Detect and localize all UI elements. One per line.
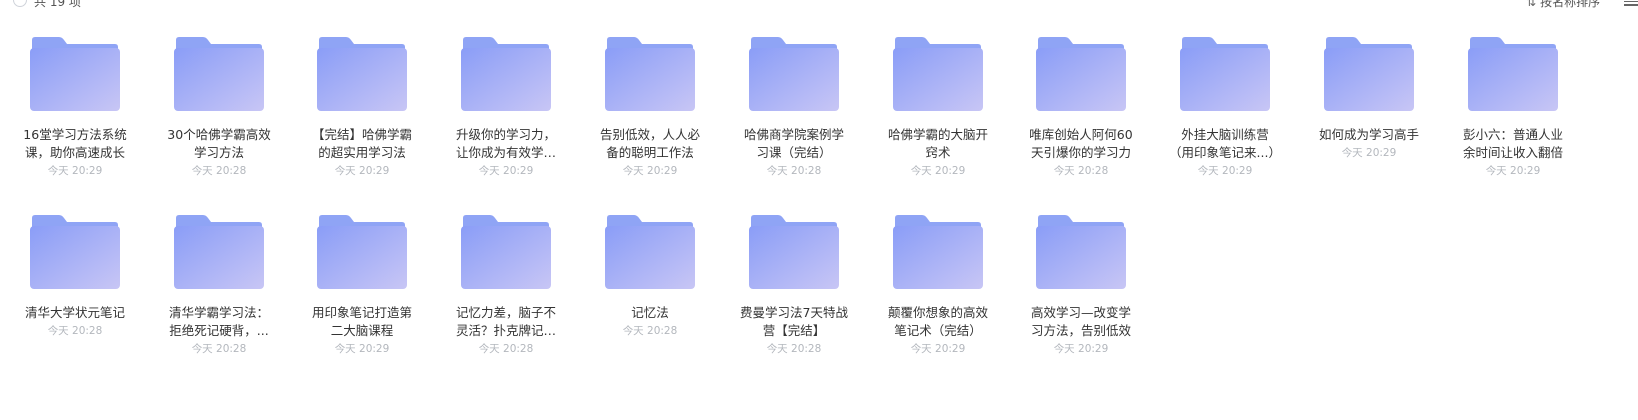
folder-modified-time: 今天 20:29 xyxy=(622,165,678,177)
folder-modified-time: 今天 20:28 xyxy=(766,343,822,355)
folder-item[interactable]: 升级你的学习力，让你成为有效学习者今天 20:29 xyxy=(436,36,576,179)
folder-icon xyxy=(748,36,840,112)
folder-modified-time: 今天 20:29 xyxy=(47,165,103,177)
sort-by-name-button[interactable]: ⇅ 按名称排序 xyxy=(1526,0,1600,9)
folder-icon xyxy=(1035,36,1127,112)
folder-item[interactable]: 彭小六：普通人业余时间让收入翻倍今天 20:29 xyxy=(1443,36,1583,179)
folder-name: 外挂大脑训练营（用印象笔记来...） xyxy=(1169,127,1281,160)
folder-modified-time: 今天 20:29 xyxy=(1341,147,1397,159)
folder-icon xyxy=(1323,36,1415,112)
folder-name: 哈佛学霸的大脑开窍术 xyxy=(887,127,988,160)
folder-modified-time: 今天 20:28 xyxy=(47,325,103,337)
folder-icon xyxy=(1035,214,1127,290)
folder-icon xyxy=(892,214,984,290)
folder-item[interactable]: 用印象笔记打造第二大脑课程今天 20:29 xyxy=(292,214,432,357)
folder-name: 高效学习—改变学习方法，告别低效 xyxy=(1030,305,1131,338)
folder-item[interactable]: 清华学霸学习法：拒绝死记硬背，... 今天 20:28 xyxy=(149,214,289,357)
folder-modified-time: 今天 20:29 xyxy=(1485,165,1541,177)
folder-icon xyxy=(1467,36,1559,112)
folder-item[interactable]: 费曼学习法7天特战营【完结】今天 20:28 xyxy=(724,214,864,357)
folder-modified-time: 今天 20:29 xyxy=(478,165,534,177)
folder-icon xyxy=(316,36,408,112)
folder-modified-time: 今天 20:28 xyxy=(622,325,678,337)
folder-name: 记忆力差，脑子不灵活？扑克牌记忆法 xyxy=(455,305,556,338)
folder-name: 16堂学习方法系统课，助你高速成长 xyxy=(23,127,127,160)
folder-name: 哈佛商学院案例学习课（完结） xyxy=(743,127,844,160)
folder-name: 颠覆你想象的高效笔记术（完结） xyxy=(887,305,988,338)
sort-arrows-icon: ⇅ xyxy=(1526,0,1537,9)
folder-icon xyxy=(604,214,696,290)
folder-item[interactable]: 外挂大脑训练营（用印象笔记来...） 今天 20:29 xyxy=(1155,36,1295,179)
folder-name: 升级你的学习力，让你成为有效学习者 xyxy=(455,127,556,160)
folder-modified-time: 今天 20:29 xyxy=(334,343,390,355)
folder-item[interactable]: 16堂学习方法系统课，助你高速成长今天 20:29 xyxy=(5,36,145,179)
sort-label: 按名称排序 xyxy=(1540,0,1601,9)
folder-item[interactable]: 30个哈佛学霸高效学习方法今天 20:28 xyxy=(149,36,289,179)
folder-modified-time: 今天 20:28 xyxy=(191,165,247,177)
folder-name: 记忆法 xyxy=(631,305,669,320)
folder-modified-time: 今天 20:29 xyxy=(910,165,966,177)
toolbar: 共 19 项 ⇅ 按名称排序 xyxy=(0,0,1638,14)
folder-name: 【完结】哈佛学霸的超实用学习法 xyxy=(311,127,412,160)
folder-item[interactable]: 颠覆你想象的高效笔记术（完结） 今天 20:29 xyxy=(868,214,1008,357)
folder-name: 30个哈佛学霸高效学习方法 xyxy=(167,127,271,160)
folder-icon xyxy=(460,214,552,290)
folder-icon xyxy=(29,214,121,290)
folder-item[interactable]: 如何成为学习高手 今天 20:29 xyxy=(1299,36,1439,161)
folder-name: 用印象笔记打造第二大脑课程 xyxy=(311,305,412,338)
folder-item[interactable]: 唯库创始人阿何60天引爆你的学习力今天 20:28 xyxy=(1011,36,1151,179)
folder-item[interactable]: 记忆法今天 20:28 xyxy=(580,214,720,339)
folder-icon xyxy=(173,214,265,290)
item-count-label: 共 19 项 xyxy=(34,0,81,9)
folder-name: 告别低效，人人必备的聪明工作法 xyxy=(599,127,700,160)
folder-item[interactable]: 高效学习—改变学习方法，告别低效今天 20:29 xyxy=(1011,214,1151,357)
folder-name: 清华大学状元笔记 xyxy=(24,305,125,320)
folder-icon xyxy=(748,214,840,290)
select-all-checkbox[interactable] xyxy=(13,0,27,7)
folder-modified-time: 今天 20:28 xyxy=(1053,165,1109,177)
folder-item[interactable]: 哈佛商学院案例学习课（完结） 今天 20:28 xyxy=(724,36,864,179)
folder-item[interactable]: 哈佛学霸的大脑开窍术今天 20:29 xyxy=(868,36,1008,179)
folder-item[interactable]: 【完结】哈佛学霸的超实用学习法今天 20:29 xyxy=(292,36,432,179)
folder-item[interactable]: 告别低效，人人必备的聪明工作法今天 20:29 xyxy=(580,36,720,179)
folder-modified-time: 今天 20:29 xyxy=(1197,165,1253,177)
list-view-icon[interactable] xyxy=(1624,0,1638,7)
folder-modified-time: 今天 20:28 xyxy=(191,343,247,355)
folder-name: 清华学霸学习法：拒绝死记硬背，... xyxy=(168,305,269,338)
folder-modified-time: 今天 20:29 xyxy=(910,343,966,355)
folder-name: 彭小六：普通人业余时间让收入翻倍 xyxy=(1462,127,1563,160)
folder-name: 费曼学习法7天特战营【完结】 xyxy=(740,305,848,338)
folder-item[interactable]: 清华大学状元笔记 今天 20:28 xyxy=(5,214,145,339)
folder-icon xyxy=(1179,36,1271,112)
folder-item[interactable]: 记忆力差，脑子不灵活？扑克牌记忆法今天 20:28 xyxy=(436,214,576,357)
folder-icon xyxy=(173,36,265,112)
folder-icon xyxy=(316,214,408,290)
folder-modified-time: 今天 20:28 xyxy=(766,165,822,177)
folder-icon xyxy=(29,36,121,112)
folder-icon xyxy=(604,36,696,112)
folder-name: 唯库创始人阿何60天引爆你的学习力 xyxy=(1029,127,1133,160)
folder-icon xyxy=(460,36,552,112)
folder-icon xyxy=(892,36,984,112)
folder-name: 如何成为学习高手 xyxy=(1318,127,1419,142)
folder-modified-time: 今天 20:28 xyxy=(478,343,534,355)
folder-modified-time: 今天 20:29 xyxy=(1053,343,1109,355)
folder-modified-time: 今天 20:29 xyxy=(334,165,390,177)
